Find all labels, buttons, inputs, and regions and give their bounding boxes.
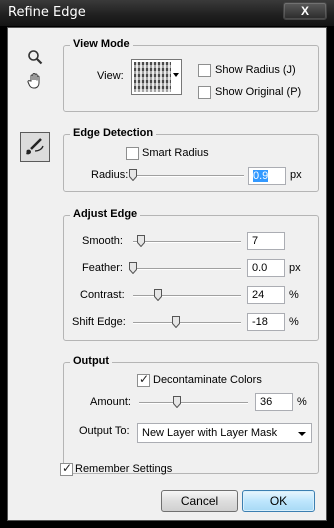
output-to-label: Output To: xyxy=(79,425,130,437)
view-preview-thumbnail xyxy=(134,62,171,92)
radius-slider-track[interactable] xyxy=(131,175,244,177)
zoom-tool-icon[interactable] xyxy=(24,46,46,68)
amount-label: Amount: xyxy=(90,396,131,408)
contrast-slider-track[interactable] xyxy=(133,295,241,297)
show-original-label: Show Original (P) xyxy=(215,86,302,98)
output-to-value: New Layer with Layer Mask xyxy=(142,427,278,439)
contrast-slider-thumb[interactable] xyxy=(154,289,162,302)
dialog-body: View Mode View: Show Radius (J) Show Ori… xyxy=(7,27,327,521)
contrast-unit: % xyxy=(289,289,299,301)
contrast-input[interactable]: 24 xyxy=(247,286,285,304)
output-legend: Output xyxy=(70,355,113,367)
ok-button-label: OK xyxy=(269,494,288,508)
title-bar: Refine Edge X xyxy=(0,0,334,26)
close-button[interactable]: X xyxy=(283,2,327,20)
hand-tool-icon[interactable] xyxy=(24,70,46,92)
shift-edge-unit: % xyxy=(289,316,299,328)
radius-slider-thumb[interactable] xyxy=(129,169,137,182)
smooth-slider-track[interactable] xyxy=(133,241,241,243)
shift-edge-label: Shift Edge: xyxy=(72,316,126,328)
view-mode-picker[interactable] xyxy=(131,59,182,95)
edge-detection-group: Edge Detection Smart Radius Radius: 0.9 … xyxy=(63,127,319,192)
amount-input[interactable]: 36 xyxy=(255,393,293,411)
radius-input[interactable]: 0.9 xyxy=(248,167,286,185)
show-radius-label: Show Radius (J) xyxy=(215,64,296,76)
smooth-input[interactable]: 7 xyxy=(247,232,285,250)
amount-unit: % xyxy=(297,396,307,408)
decontaminate-colors-checkbox[interactable] xyxy=(137,372,150,387)
view-label: View: xyxy=(97,70,124,82)
view-mode-legend: View Mode xyxy=(70,38,133,50)
amount-slider-track[interactable] xyxy=(139,402,248,404)
refine-radius-brush-icon xyxy=(24,135,46,160)
adjust-edge-legend: Adjust Edge xyxy=(70,208,141,220)
amount-slider-thumb[interactable] xyxy=(173,396,181,409)
feather-unit: px xyxy=(289,262,301,274)
cancel-button[interactable]: Cancel xyxy=(161,490,238,512)
smart-radius-label: Smart Radius xyxy=(142,147,209,159)
radius-label: Radius: xyxy=(91,169,129,181)
smooth-label: Smooth: xyxy=(82,235,123,247)
view-mode-group: View Mode View: Show Radius (J) Show Ori… xyxy=(63,38,319,112)
edge-detection-legend: Edge Detection xyxy=(70,127,157,139)
shift-edge-slider-track[interactable] xyxy=(133,322,241,324)
refine-radius-tool[interactable] xyxy=(20,132,50,162)
adjust-edge-group: Adjust Edge Smooth: 7 Feather: 0.0 px Co… xyxy=(63,208,319,341)
feather-input[interactable]: 0.0 xyxy=(247,259,285,277)
shift-edge-input[interactable]: -18 xyxy=(247,313,285,331)
show-radius-checkbox[interactable] xyxy=(198,64,211,77)
smart-radius-checkbox[interactable] xyxy=(126,147,139,160)
decontaminate-colors-label: Decontaminate Colors xyxy=(153,374,262,386)
output-group: Output Decontaminate Colors Amount: 36 %… xyxy=(63,355,319,474)
smooth-slider-thumb[interactable] xyxy=(137,235,145,248)
feather-label: Feather: xyxy=(82,262,123,274)
feather-slider-track[interactable] xyxy=(133,268,241,270)
remember-settings-checkbox[interactable] xyxy=(60,461,73,476)
chevron-down-icon xyxy=(173,73,179,77)
show-original-checkbox[interactable] xyxy=(198,86,211,99)
shift-edge-slider-thumb[interactable] xyxy=(172,316,180,329)
radius-unit: px xyxy=(290,169,302,181)
cancel-button-label: Cancel xyxy=(180,494,219,508)
window-title: Refine Edge xyxy=(8,5,86,20)
contrast-label: Contrast: xyxy=(80,289,125,301)
chevron-down-icon xyxy=(298,432,306,436)
ok-button[interactable]: OK xyxy=(242,490,315,512)
remember-settings-label: Remember Settings xyxy=(75,463,173,475)
feather-slider-thumb[interactable] xyxy=(129,262,137,275)
output-to-select[interactable]: New Layer with Layer Mask xyxy=(137,423,312,443)
